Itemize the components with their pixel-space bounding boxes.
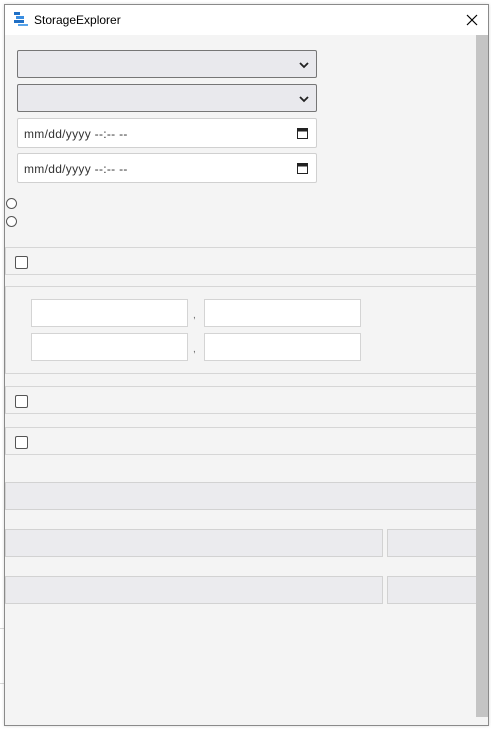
chevron-down-icon [299, 96, 309, 103]
range-input-1-from[interactable] [31, 299, 188, 327]
storage-explorer-window: StorageExplorer mm/dd/yyyy --:-- -- mm/d… [4, 4, 489, 726]
range-inputs-section: , , [5, 286, 477, 374]
path-button-2[interactable] [387, 576, 477, 604]
range-input-2-to[interactable] [204, 333, 361, 361]
datetime-input-start[interactable]: mm/dd/yyyy --:-- -- [17, 118, 317, 148]
path-button-1[interactable] [387, 529, 477, 557]
storage-explorer-icon [14, 12, 28, 26]
path-field-2[interactable] [5, 576, 383, 604]
title-bar: StorageExplorer [5, 5, 488, 35]
checkbox-2[interactable] [15, 395, 28, 408]
checkbox-section-1 [5, 247, 477, 275]
chevron-down-icon [299, 62, 309, 69]
datetime-end-placeholder: mm/dd/yyyy --:-- -- [24, 162, 128, 176]
vertical-scrollbar[interactable] [476, 35, 488, 717]
filter-select-2[interactable] [17, 84, 317, 112]
datetime-input-end[interactable]: mm/dd/yyyy --:-- -- [17, 153, 317, 183]
range-input-2-from[interactable] [31, 333, 188, 361]
datetime-start-placeholder: mm/dd/yyyy --:-- -- [24, 127, 128, 141]
action-bar-1[interactable] [5, 482, 477, 510]
calendar-icon[interactable] [297, 162, 308, 174]
window-title: StorageExplorer [34, 13, 121, 27]
range-input-1-to[interactable] [204, 299, 361, 327]
path-field-1[interactable] [5, 529, 383, 557]
close-button[interactable] [456, 5, 488, 35]
range-separator: , [193, 344, 196, 355]
checkbox-3[interactable] [15, 436, 28, 449]
checkbox-section-3 [5, 427, 477, 455]
checkbox-1[interactable] [15, 256, 28, 269]
radio-option-1[interactable] [6, 198, 17, 209]
filter-select-1[interactable] [17, 50, 317, 78]
checkbox-section-2 [5, 386, 477, 414]
range-separator: , [193, 310, 196, 321]
radio-option-2[interactable] [6, 216, 17, 227]
close-icon [466, 14, 478, 26]
calendar-icon[interactable] [297, 127, 308, 139]
